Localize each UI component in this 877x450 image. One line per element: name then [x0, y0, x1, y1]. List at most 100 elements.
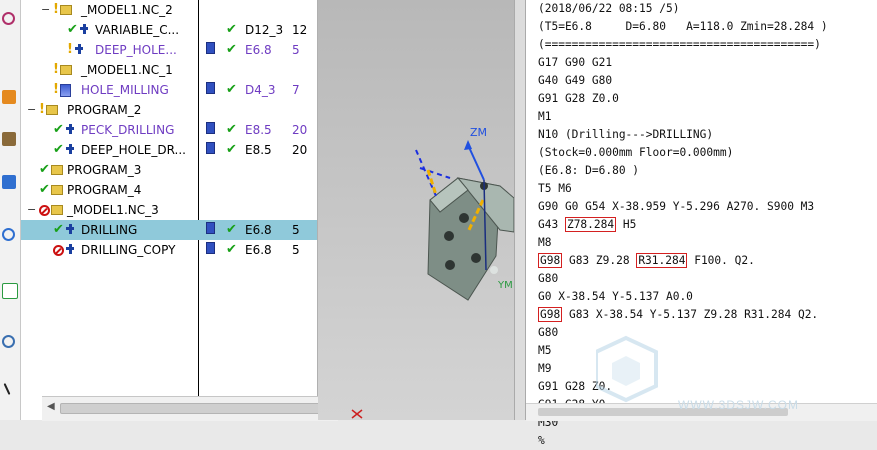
tool-status-icon — [206, 242, 215, 254]
target-icon[interactable] — [2, 12, 15, 25]
collapse-toggle-icon[interactable]: − — [41, 0, 50, 20]
highlighted-code-token: G98 — [538, 253, 563, 268]
code-token: G0 X-38.54 Y-5.137 A0.0 — [538, 290, 693, 303]
row-icons: ! — [53, 3, 72, 17]
tree-row[interactable]: ✔ DEEP_HOLE_DR... ✔ E8.5 20 — [21, 140, 317, 160]
operation-name: PROGRAM_4 — [67, 183, 142, 197]
tool-name: E6.8 — [245, 43, 272, 57]
ym-axis-label: YM — [498, 280, 513, 291]
tree-row[interactable]: −! PROGRAM_2 — [21, 100, 317, 120]
collapse-toggle-icon[interactable]: − — [27, 200, 36, 220]
collapse-toggle-icon[interactable]: − — [27, 100, 36, 120]
row-icons: ✔ — [53, 143, 76, 157]
signal-icon[interactable] — [2, 228, 15, 241]
drill-operation-icon — [65, 223, 76, 237]
code-line: % — [538, 432, 828, 450]
stop-icon — [39, 204, 50, 216]
code-token: M5 — [538, 344, 552, 357]
operation-navigator: −! _MODEL1.NC_2 ✔ VARIABLE_C... ✔ D12_3 12! DEE… — [21, 0, 338, 421]
zm-axis — [467, 144, 485, 181]
operation-name: DRILLING_COPY — [81, 243, 176, 257]
warning-icon: ! — [53, 82, 59, 97]
tree-row[interactable]: − _MODEL1.NC_3 — [21, 200, 317, 220]
row-icons — [39, 203, 63, 217]
code-token: (2018/06/22 08:15 /5) — [538, 2, 680, 15]
scroll-left-icon[interactable]: ◀ — [47, 401, 55, 412]
code-token: M9 — [538, 362, 552, 375]
operation-name: PECK_DRILLING — [81, 123, 175, 137]
tree-row[interactable]: ! _MODEL1.NC_1 — [21, 60, 317, 80]
code-token: N10 (Drilling--->DRILLING) — [538, 128, 714, 141]
code-token: T5 M6 — [538, 182, 572, 195]
warning-icon: ! — [39, 102, 45, 117]
tree-row[interactable]: ✔ PROGRAM_4 — [21, 180, 317, 200]
tree-row[interactable]: ✔ DRILLING ✔ E6.8 5 — [21, 220, 317, 240]
code-token: (T5=E6.8 D=6.80 A=118.0 Zmin=28.284 ) — [538, 20, 828, 33]
folder-icon — [59, 5, 72, 15]
code-line: M8 — [538, 234, 828, 252]
tool-status-icon — [206, 122, 215, 134]
operation-name: DRILLING — [81, 223, 138, 237]
tree-row[interactable]: ✔ PECK_DRILLING ✔ E8.5 20 — [21, 120, 317, 140]
navigator-horizontal-scrollbar[interactable]: ◀ ▶ — [42, 396, 338, 421]
tree-row[interactable]: ! DEEP_HOLE... ✔ E6.8 5 — [21, 40, 317, 60]
generated-check-icon: ✔ — [226, 222, 237, 237]
drill-operation-icon — [65, 143, 76, 157]
tool-number: 20 — [292, 123, 308, 137]
code-token: M1 — [538, 110, 552, 123]
generated-check-icon: ✔ — [226, 22, 237, 37]
book-icon[interactable] — [2, 175, 16, 189]
tree-row[interactable]: −! _MODEL1.NC_2 — [21, 0, 317, 20]
scroll-thumb[interactable] — [60, 403, 328, 414]
row-icons: ! — [53, 63, 72, 77]
tool-name: E8.5 — [245, 123, 272, 137]
pen-icon[interactable] — [3, 383, 11, 395]
graphics-window[interactable]: ZM YM — [318, 0, 514, 420]
left-toolbar — [0, 0, 21, 420]
cube-icon[interactable] — [2, 90, 16, 104]
check-icon: ✔ — [53, 142, 64, 157]
generated-check-icon: ✔ — [226, 42, 237, 57]
folder-icon — [59, 65, 72, 75]
code-line: G98 G83 X-38.54 Y-5.137 Z9.28 R31.284 Q2… — [538, 306, 828, 324]
code-token: G43 — [538, 218, 565, 231]
document-icon[interactable] — [2, 283, 18, 299]
tree-row[interactable]: DRILLING_COPY ✔ E6.8 5 — [21, 240, 317, 260]
operation-name: _MODEL1.NC_1 — [81, 63, 173, 77]
operation-name: VARIABLE_C... — [95, 23, 180, 37]
generated-check-icon: ✔ — [226, 122, 237, 137]
tool-icon[interactable] — [2, 132, 16, 146]
tree-row[interactable]: ! HOLE_MILLING ✔ D4_3 7 — [21, 80, 317, 100]
row-icons: ! — [39, 103, 58, 117]
highlighted-code-token: Z78.284 — [564, 217, 617, 232]
highlighted-code-token: G98 — [538, 307, 563, 322]
drill-operation-icon — [65, 123, 76, 137]
toolpath-feed — [426, 169, 438, 196]
tool-number: 12 — [292, 23, 308, 37]
clock-icon[interactable] — [2, 335, 15, 348]
tree-row[interactable]: ✔ VARIABLE_C... ✔ D12_3 12 — [21, 20, 317, 40]
panel-divider[interactable] — [514, 0, 526, 420]
tool-name: D12_3 — [245, 23, 284, 37]
hole — [490, 266, 498, 274]
watermark-text: WWW.3DSJW.COM — [678, 398, 799, 412]
check-icon: ✔ — [39, 162, 50, 177]
stop-icon — [53, 244, 64, 256]
operation-name: HOLE_MILLING — [81, 83, 169, 97]
tool-name: E6.8 — [245, 223, 272, 237]
hole — [471, 253, 481, 263]
tool-name: E6.8 — [245, 243, 272, 257]
row-icons: ! — [67, 43, 85, 57]
tree-row[interactable]: ✔ PROGRAM_3 — [21, 160, 317, 180]
tool-number: 20 — [292, 143, 308, 157]
code-line: (Stock=0.000mm Floor=0.000mm) — [538, 144, 828, 162]
code-line: (E6.8: D=6.80 ) — [538, 162, 828, 180]
folder-icon — [51, 205, 63, 215]
code-line: T5 M6 — [538, 180, 828, 198]
tool-number: 7 — [292, 83, 300, 97]
tool-number: 5 — [292, 43, 300, 57]
folder-icon — [50, 185, 63, 195]
code-token: % — [538, 434, 545, 447]
tool-status-icon — [206, 142, 215, 154]
code-token: (=======================================… — [538, 38, 821, 51]
